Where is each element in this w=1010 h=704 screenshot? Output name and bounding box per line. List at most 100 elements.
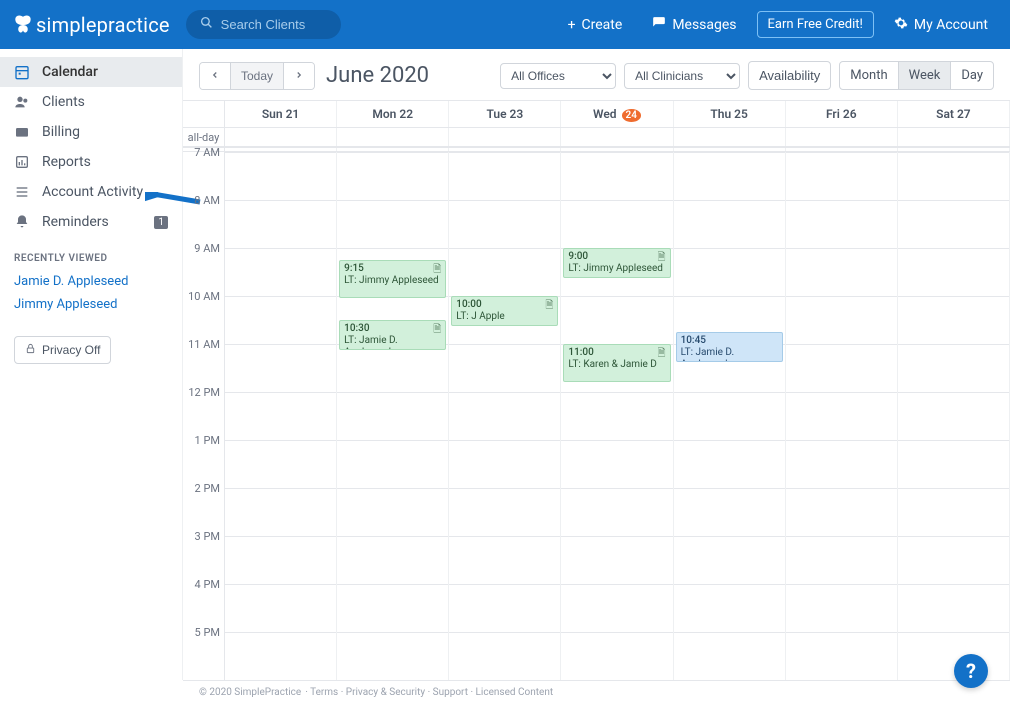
privacy-off-button[interactable]: Privacy Off	[14, 336, 111, 364]
day-header-row: Sun 21Mon 22Tue 23Wed 24Thu 25Fri 26Sat …	[183, 101, 1010, 128]
search-input[interactable]	[221, 17, 327, 32]
day-header: Mon 22	[337, 101, 449, 127]
day-header: Wed 24	[561, 101, 673, 127]
hour-label: 10 AM	[183, 290, 224, 338]
recent-link[interactable]: Jimmy Appleseed	[0, 293, 182, 316]
calendar-toolbar: Today June 2020 All Offices All Clinicia…	[183, 49, 1010, 100]
nav-label: Clients	[42, 94, 85, 110]
topbar: simplepractice + Create Messages Earn Fr…	[0, 0, 1010, 49]
event-time: 9:15	[344, 263, 441, 275]
footer-link[interactable]: Licensed Content	[476, 687, 554, 698]
event-label: LT: Jimmy Appleseed	[568, 263, 663, 274]
calendar-grid: Sun 21Mon 22Tue 23Wed 24Thu 25Fri 26Sat …	[183, 100, 1010, 680]
clinicians-select[interactable]: All Clinicians	[624, 63, 740, 89]
document-icon: 🗎	[433, 264, 441, 276]
allday-row: all-day	[183, 128, 1010, 148]
hour-label: 4 PM	[183, 578, 224, 626]
day-view-tab[interactable]: Day	[950, 62, 993, 89]
hour-label: 11 AM	[183, 338, 224, 386]
nav-label: Reminders	[42, 214, 109, 230]
lock-icon	[25, 343, 36, 357]
sidebar-item-reminders[interactable]: Reminders 1	[0, 207, 182, 237]
brand-logo[interactable]: simplepractice	[12, 13, 170, 37]
calendar-event[interactable]: 10:00LT: J Apple 🗎	[451, 296, 558, 326]
nav-label: Calendar	[42, 64, 98, 80]
messages-link[interactable]: Messages	[642, 10, 746, 40]
event-time: 10:00	[456, 299, 553, 311]
day-header: Fri 26	[786, 101, 898, 127]
calendar-event[interactable]: 9:15LT: Jimmy Appleseed🗎	[339, 260, 446, 298]
day-header: Sun 21	[225, 101, 337, 127]
offices-select[interactable]: All Offices	[500, 63, 616, 89]
sidebar-item-account-activity[interactable]: Account Activity	[0, 177, 182, 207]
hour-label: 9 AM	[183, 242, 224, 290]
day-column[interactable]: 9:00LT: Jimmy Appleseed🗎 11:00LT: Karen &…	[561, 152, 673, 680]
search-box[interactable]	[186, 10, 341, 39]
sidebar: Calendar Clients Billing Reports Account Act…	[0, 49, 183, 680]
event-time: 9:00	[568, 251, 665, 263]
event-label: LT: J Apple	[456, 311, 504, 322]
gear-icon	[894, 16, 908, 34]
day-column[interactable]	[225, 152, 337, 680]
earn-free-credit-button[interactable]: Earn Free Credit!	[757, 11, 874, 38]
day-header: Tue 23	[449, 101, 561, 127]
footer-link[interactable]: Support	[433, 687, 468, 698]
day-column[interactable]	[786, 152, 898, 680]
hour-label: 8 AM	[183, 194, 224, 242]
day-column[interactable]: 10:45LT: Jamie D. Appleseed	[674, 152, 786, 680]
calendar-event[interactable]: 10:30LT: Jamie D. Appleseed 🗎	[339, 320, 446, 350]
badge: 1	[154, 216, 168, 229]
search-icon	[200, 16, 213, 33]
create-button[interactable]: + Create	[558, 11, 633, 39]
allday-label: all-day	[183, 128, 225, 146]
event-label: LT: Jimmy Appleseed	[344, 275, 439, 286]
prev-button[interactable]	[200, 63, 230, 89]
day-column[interactable]: 9:15LT: Jimmy Appleseed🗎10:30LT: Jamie D…	[337, 152, 449, 680]
hour-label: 1 PM	[183, 434, 224, 482]
my-account-link[interactable]: My Account	[884, 10, 998, 40]
calendar-content: Today June 2020 All Offices All Clinicia…	[183, 49, 1010, 680]
calendar-event[interactable]: 9:00LT: Jimmy Appleseed🗎	[563, 248, 670, 278]
calendar-event[interactable]: 11:00LT: Karen & Jamie D🗎	[563, 344, 670, 382]
footer: © 2020 SimplePractice · Terms · Privacy …	[183, 680, 1010, 704]
footer-link[interactable]: Privacy & Security	[346, 687, 425, 698]
nav-icon	[14, 124, 30, 140]
nav-icon	[14, 154, 30, 170]
event-label: LT: Jamie D. Appleseed	[681, 347, 735, 362]
footer-link[interactable]: Terms	[310, 687, 338, 698]
nav-icon	[14, 184, 30, 200]
week-view-tab[interactable]: Week	[898, 62, 951, 89]
hour-label: 7 AM	[183, 146, 224, 194]
sidebar-item-calendar[interactable]: Calendar	[0, 57, 182, 87]
calendar-event[interactable]: 10:45LT: Jamie D. Appleseed	[676, 332, 783, 362]
event-time: 11:00	[568, 347, 665, 359]
nav-icon	[14, 64, 30, 80]
document-icon: 🗎	[545, 300, 553, 312]
nav-icon	[14, 214, 30, 230]
recent-link[interactable]: Jamie D. Appleseed	[0, 270, 182, 293]
event-label: LT: Jamie D. Appleseed	[344, 335, 398, 350]
sidebar-item-reports[interactable]: Reports	[0, 147, 182, 177]
event-time: 10:30	[344, 323, 441, 335]
day-column[interactable]	[898, 152, 1010, 680]
event-label: LT: Karen & Jamie D	[568, 359, 656, 370]
hour-label: 3 PM	[183, 530, 224, 578]
help-fab[interactable]: ?	[954, 654, 988, 688]
hour-label: 5 PM	[183, 626, 224, 674]
event-time: 10:45	[681, 335, 778, 347]
document-icon: 🗎	[658, 252, 666, 264]
grid-body[interactable]: 7 AM8 AM9 AM10 AM11 AM12 PM1 PM2 PM3 PM4…	[183, 152, 1010, 680]
butterfly-icon	[12, 14, 34, 36]
nav-icon	[14, 94, 30, 110]
nav-label: Reports	[42, 154, 91, 170]
brand-text: simplepractice	[36, 13, 170, 37]
day-column[interactable]: 10:00LT: J Apple 🗎	[449, 152, 561, 680]
month-title: June 2020	[263, 63, 492, 88]
sidebar-item-billing[interactable]: Billing	[0, 117, 182, 147]
day-header: Sat 27	[898, 101, 1010, 127]
sidebar-item-clients[interactable]: Clients	[0, 87, 182, 117]
nav-label: Billing	[42, 124, 80, 140]
month-view-tab[interactable]: Month	[840, 62, 897, 89]
availability-button[interactable]: Availability	[748, 61, 831, 90]
document-icon: 🗎	[433, 324, 441, 336]
